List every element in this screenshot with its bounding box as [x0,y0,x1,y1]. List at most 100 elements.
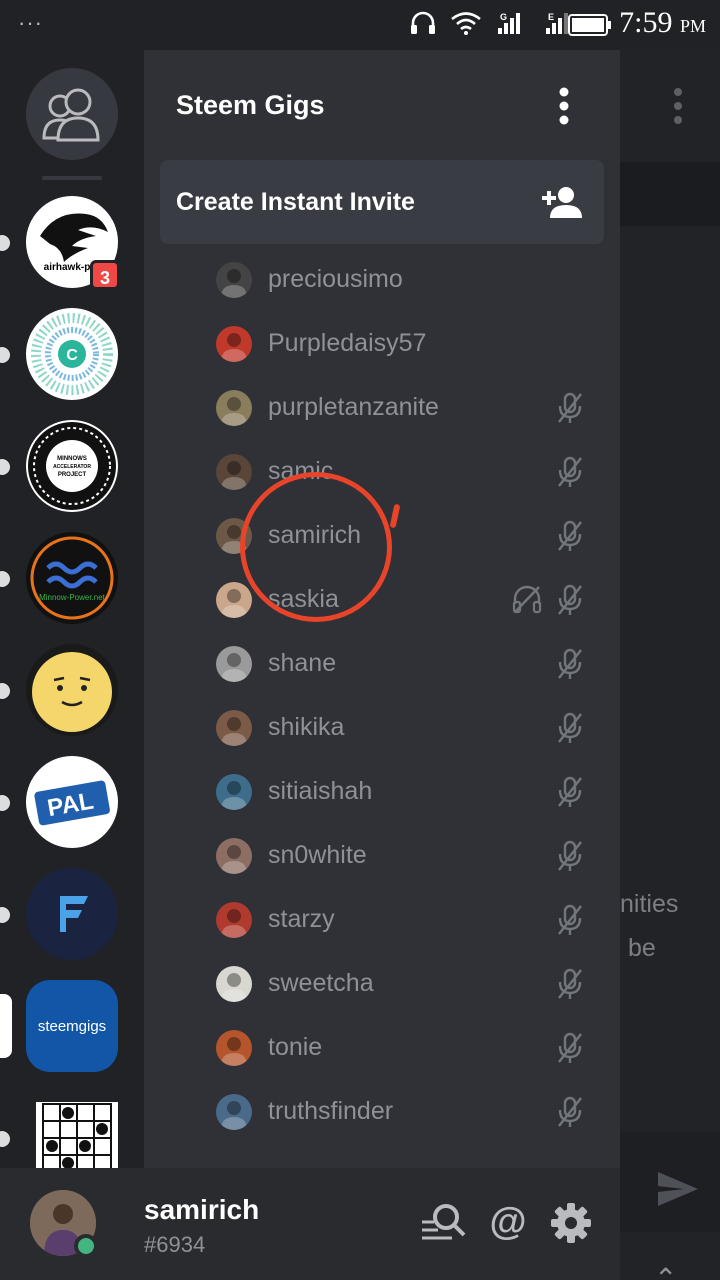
svg-text:PROJECT: PROJECT [58,472,87,478]
guild-minnow-power[interactable]: Minnow-Power.net [26,532,118,624]
unread-pip [0,571,10,587]
member-avatar [216,326,252,362]
guild-sidebar: airhawk-pro 3 C MINNOWS ACCELERATOR PROJEC… [0,50,144,1168]
chat-area: nities be ⌃ [620,50,720,1280]
member-avatar [216,966,252,1002]
potato-face-logo-icon [32,652,112,732]
user-panel: samirich #6934 @ [0,1168,620,1280]
clock-time: 7:59 [619,6,673,39]
signal-2-label: E [548,12,554,22]
guild-minnows-accelerator[interactable]: MINNOWS ACCELERATOR PROJECT [26,420,118,512]
mandala-logo-icon: MINNOWS ACCELERATOR PROJECT [28,422,116,510]
guild-steemgigs[interactable]: steemgigs [26,980,118,1072]
send-icon[interactable] [656,1170,700,1208]
member-row[interactable]: purpletanzanite [216,376,596,440]
unread-pip [0,347,10,363]
clock: 7:59 PM [619,6,706,40]
member-name: sitiaishah [268,777,373,805]
member-name: purpletanzanite [268,393,439,421]
member-name: sn0white [268,841,367,869]
chat-overflow-menu-icon[interactable] [672,88,684,124]
clock-ampm: PM [679,16,706,36]
invite-label: Create Instant Invite [176,188,415,216]
guild-f-server[interactable] [26,868,118,960]
member-row[interactable]: preciousimo [216,248,596,312]
member-drawer: Steem Gigs Create Instant Invite preciou… [144,50,620,1168]
user-discriminator: #6934 [144,1232,206,1257]
member-row[interactable]: truthsfinder [216,1080,596,1144]
member-avatar [216,1094,252,1130]
unread-pip [0,1131,10,1147]
member-row[interactable]: sn0white [216,824,596,888]
mic-muted-icon [556,712,584,749]
mic-muted-icon [556,520,584,557]
chevron-up-icon[interactable]: ⌃ [654,1262,677,1280]
mic-muted-icon [556,904,584,941]
member-row[interactable]: starzy [216,888,596,952]
member-name: shikika [268,713,345,741]
member-avatar [216,838,252,874]
signal-1-icon: G [498,12,520,34]
grid-logo-icon [42,1103,112,1168]
guild-separator [42,176,102,180]
member-row[interactable]: sitiaishah [216,760,596,824]
mic-muted-icon [556,968,584,1005]
mentions-icon[interactable]: @ [488,1202,528,1242]
guild-grid[interactable] [36,1102,118,1168]
member-name: preciousimo [268,265,403,293]
username: samirich [144,1194,260,1225]
unread-pip [0,907,10,923]
status-bar: ··· G E 7:59 PM [0,0,720,50]
chat-header-band [620,162,720,226]
svg-text:ACCELERATOR: ACCELERATOR [53,464,91,470]
search-icon[interactable] [420,1202,466,1242]
create-instant-invite-button[interactable]: Create Instant Invite [160,160,604,244]
f-logo-icon [60,896,88,932]
mic-muted-icon [556,1032,584,1069]
mic-muted-icon [556,584,584,621]
mic-muted-icon [556,776,584,813]
member-row[interactable]: sweetcha [216,952,596,1016]
online-status-dot [74,1234,98,1258]
chat-text-line: be [628,934,656,962]
member-avatar [216,390,252,426]
wifi-icon [451,12,481,35]
svg-text:MINNOWS: MINNOWS [57,456,87,462]
member-avatar [216,710,252,746]
guild-pal[interactable]: PAL [26,756,118,848]
mention-badge: 3 [90,260,120,290]
unread-pip [0,795,10,811]
member-row[interactable]: tonie [216,1016,596,1080]
member-avatar [216,262,252,298]
guild-steemgigs-label: steemgigs [37,1017,107,1035]
member-row[interactable]: Purpledaisy57 [216,312,596,376]
add-user-icon [542,187,582,218]
chat-text-line: nities [620,890,679,918]
unread-pip [0,459,10,475]
member-avatar [216,774,252,810]
gear-icon[interactable] [550,1202,592,1244]
unread-pip [0,683,10,699]
member-name: shane [268,649,337,677]
guild-c-ring[interactable]: C [26,308,118,400]
member-avatar [216,454,252,490]
ring-logo-icon: C [31,313,113,395]
member-row[interactable]: shikika [216,696,596,760]
mic-muted-icon [556,840,584,877]
minnow-power-logo-icon: Minnow-Power.net [30,536,114,620]
mic-muted-icon [556,392,584,429]
member-avatar [216,902,252,938]
headphones-muted-icon [512,584,542,619]
member-avatar [216,1030,252,1066]
active-guild-indicator [0,994,12,1058]
guild-potato[interactable] [26,644,118,736]
svg-text:@: @ [489,1202,526,1242]
member-avatar [216,646,252,682]
member-avatar [216,582,252,618]
server-overflow-menu-icon[interactable] [554,86,574,126]
friends-home-button[interactable] [26,68,118,160]
member-name: truthsfinder [268,1097,394,1125]
member-name: sweetcha [268,969,374,997]
member-row[interactable]: shane [216,632,596,696]
mic-muted-icon [556,648,584,685]
